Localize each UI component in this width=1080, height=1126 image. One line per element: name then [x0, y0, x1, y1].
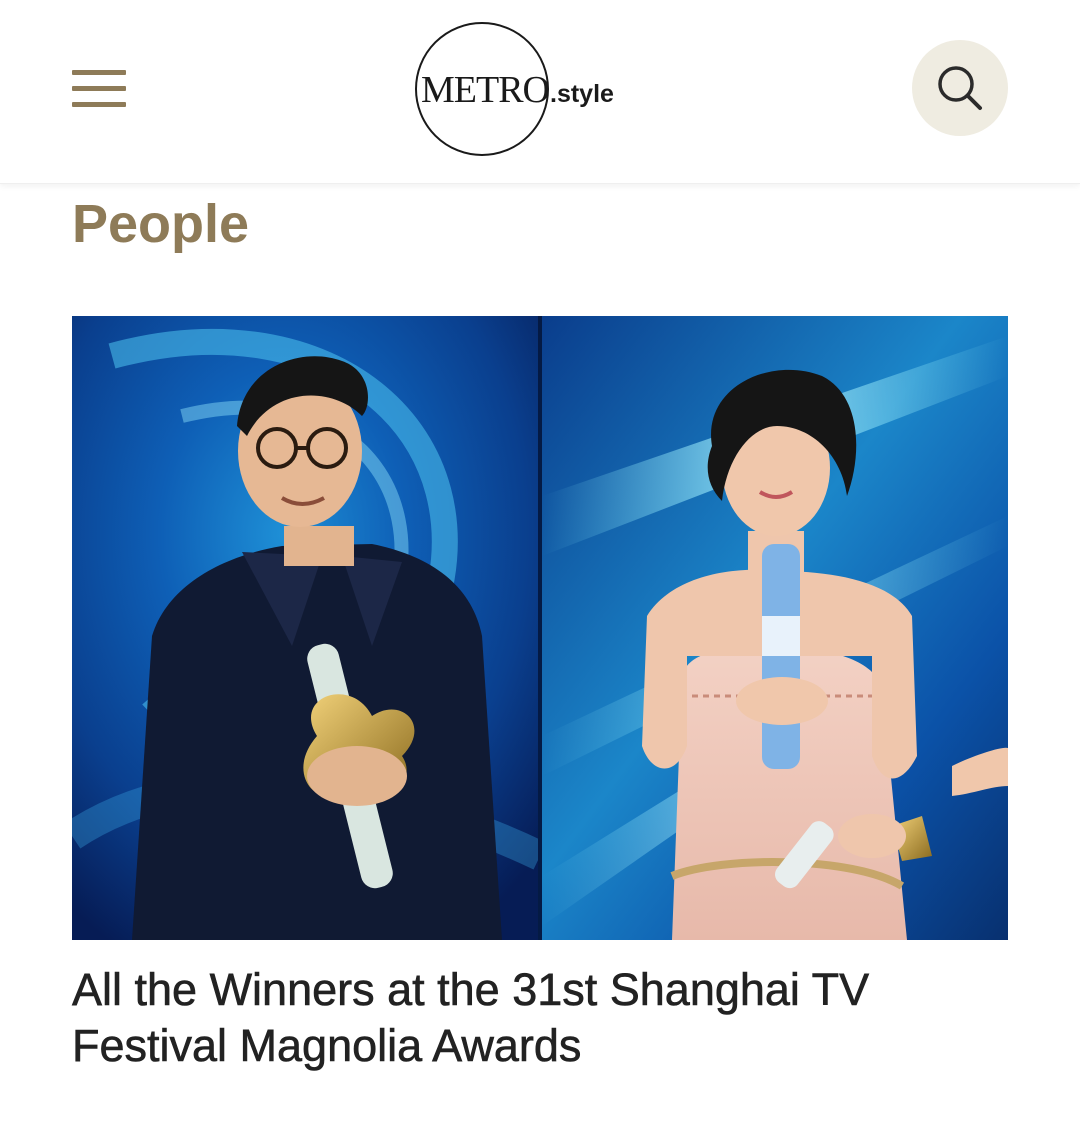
- search-icon: [938, 66, 982, 110]
- article-title[interactable]: All the Winners at the 31st Shanghai TV …: [72, 962, 1008, 1074]
- article-hero-image[interactable]: [72, 316, 1008, 940]
- logo-metro-text: METRO: [421, 69, 550, 111]
- site-logo[interactable]: METRO .style: [415, 22, 635, 156]
- hamburger-menu-button[interactable]: [72, 70, 126, 108]
- hamburger-menu-icon: [72, 70, 126, 75]
- logo-suffix-text: .style: [550, 80, 614, 108]
- search-button[interactable]: [912, 40, 1008, 136]
- section-title: People: [72, 194, 250, 254]
- hamburger-menu-icon-bar: [72, 102, 126, 107]
- hamburger-menu-icon-bar: [72, 86, 126, 91]
- site-header: METRO .style: [0, 0, 1080, 184]
